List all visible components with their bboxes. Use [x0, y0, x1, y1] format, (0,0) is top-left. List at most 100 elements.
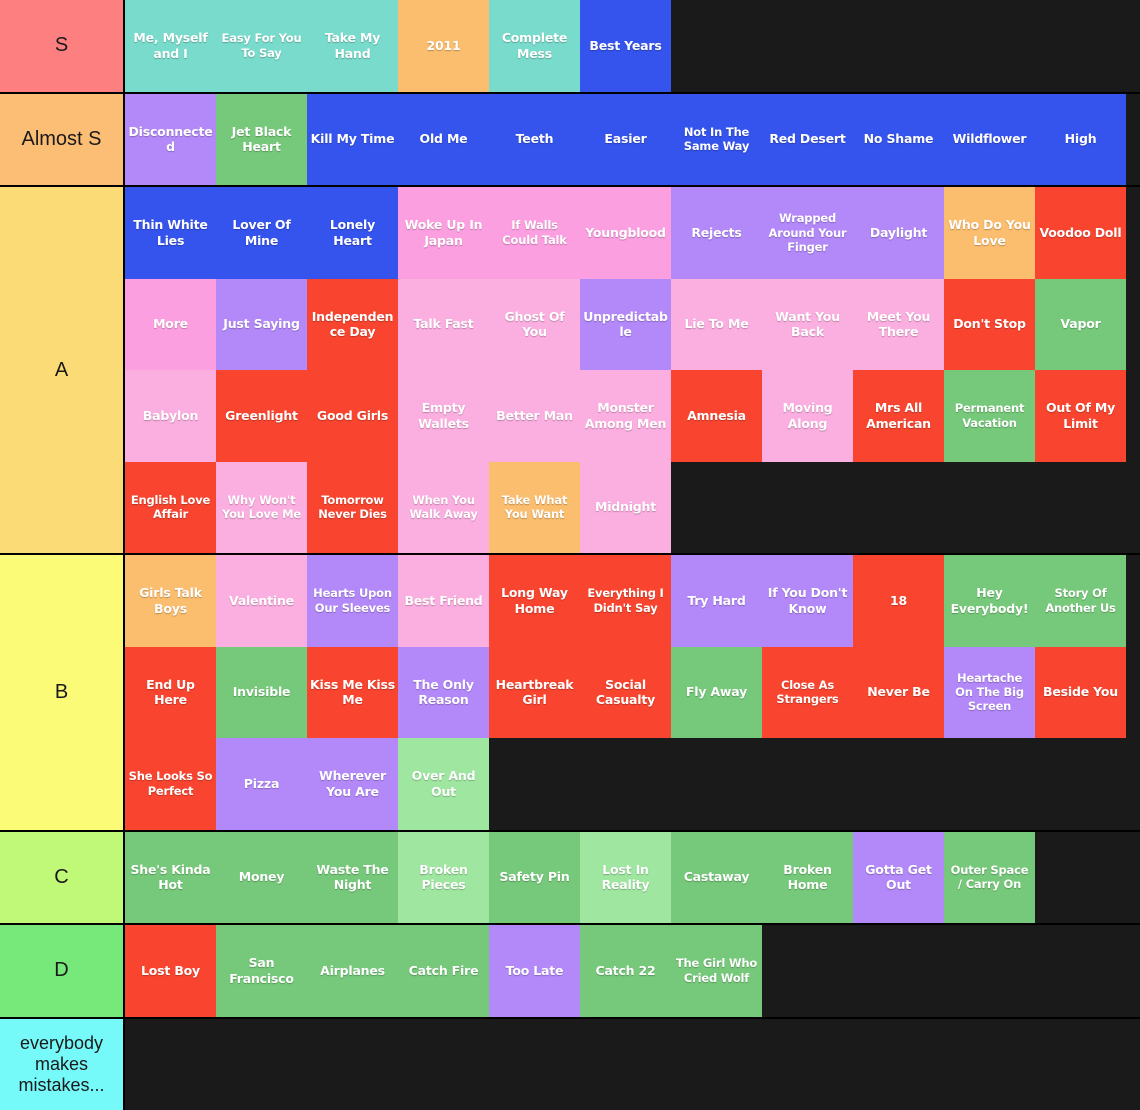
tier-item[interactable]: Unpredictable: [580, 279, 671, 371]
tier-item[interactable]: Easier: [580, 94, 671, 186]
tier-item[interactable]: She Looks So Perfect: [125, 738, 216, 830]
tier-item[interactable]: Empty Wallets: [398, 370, 489, 462]
tier-item[interactable]: Moving Along: [762, 370, 853, 462]
tier-item[interactable]: Permanent Vacation: [944, 370, 1035, 462]
tier-item[interactable]: Good Girls: [307, 370, 398, 462]
tier-item[interactable]: Never Be: [853, 647, 944, 739]
tier-label[interactable]: everybody makes mistakes...: [0, 1019, 125, 1110]
tier-item[interactable]: Airplanes: [307, 925, 398, 1017]
tier-item[interactable]: Outer Space / Carry On: [944, 832, 1035, 924]
tier-item[interactable]: Easy For You To Say: [216, 0, 307, 92]
tier-label[interactable]: Almost S: [0, 94, 125, 186]
tier-item[interactable]: Meet You There: [853, 279, 944, 371]
tier-item[interactable]: Hearts Upon Our Sleeves: [307, 555, 398, 647]
tier-item[interactable]: Hey Everybody!: [944, 555, 1035, 647]
tier-item[interactable]: Beside You: [1035, 647, 1126, 739]
tier-item[interactable]: 18: [853, 555, 944, 647]
tier-item[interactable]: Try Hard: [671, 555, 762, 647]
tier-item[interactable]: Waste The Night: [307, 832, 398, 924]
tier-item[interactable]: Take What You Want: [489, 462, 580, 554]
tier-label[interactable]: D: [0, 925, 125, 1017]
tier-item[interactable]: The Girl Who Cried Wolf: [671, 925, 762, 1017]
tier-item[interactable]: Best Friend: [398, 555, 489, 647]
tier-item[interactable]: Teeth: [489, 94, 580, 186]
tier-item[interactable]: Lost In Reality: [580, 832, 671, 924]
tier-item[interactable]: Invisible: [216, 647, 307, 739]
tier-item[interactable]: Independence Day: [307, 279, 398, 371]
tier-item[interactable]: Girls Talk Boys: [125, 555, 216, 647]
tier-item[interactable]: Broken Home: [762, 832, 853, 924]
tier-item[interactable]: Too Late: [489, 925, 580, 1017]
tier-label[interactable]: S: [0, 0, 125, 92]
tier-item[interactable]: Wherever You Are: [307, 738, 398, 830]
tier-item[interactable]: She's Kinda Hot: [125, 832, 216, 924]
tier-item[interactable]: Gotta Get Out: [853, 832, 944, 924]
tier-item[interactable]: Social Casualty: [580, 647, 671, 739]
tier-item[interactable]: Close As Strangers: [762, 647, 853, 739]
tier-item[interactable]: Woke Up In Japan: [398, 187, 489, 279]
tier-item[interactable]: Valentine: [216, 555, 307, 647]
tier-item[interactable]: Thin White Lies: [125, 187, 216, 279]
tier-item[interactable]: Ghost Of You: [489, 279, 580, 371]
tier-item[interactable]: Midnight: [580, 462, 671, 554]
tier-item[interactable]: Jet Black Heart: [216, 94, 307, 186]
tier-item[interactable]: Heartache On The Big Screen: [944, 647, 1035, 739]
tier-item[interactable]: Mrs All American: [853, 370, 944, 462]
tier-item[interactable]: Not In The Same Way: [671, 94, 762, 186]
tier-item[interactable]: Complete Mess: [489, 0, 580, 92]
tier-item[interactable]: Take My Hand: [307, 0, 398, 92]
tier-item[interactable]: End Up Here: [125, 647, 216, 739]
tier-item[interactable]: Kill My Time: [307, 94, 398, 186]
tier-item[interactable]: Youngblood: [580, 187, 671, 279]
tier-item[interactable]: If You Don't Know: [762, 555, 853, 647]
tier-item[interactable]: Greenlight: [216, 370, 307, 462]
tier-item[interactable]: Catch Fire: [398, 925, 489, 1017]
tier-item[interactable]: Story Of Another Us: [1035, 555, 1126, 647]
tier-item[interactable]: 2011: [398, 0, 489, 92]
tier-item[interactable]: Better Man: [489, 370, 580, 462]
tier-item[interactable]: Rejects: [671, 187, 762, 279]
tier-item[interactable]: Tomorrow Never Dies: [307, 462, 398, 554]
tier-item[interactable]: Long Way Home: [489, 555, 580, 647]
tier-item[interactable]: Lost Boy: [125, 925, 216, 1017]
tier-item[interactable]: No Shame: [853, 94, 944, 186]
tier-item[interactable]: Kiss Me Kiss Me: [307, 647, 398, 739]
tier-item[interactable]: Lonely Heart: [307, 187, 398, 279]
tier-item[interactable]: Catch 22: [580, 925, 671, 1017]
tier-item[interactable]: Who Do You Love: [944, 187, 1035, 279]
tier-item[interactable]: Heartbreak Girl: [489, 647, 580, 739]
tier-item[interactable]: Red Desert: [762, 94, 853, 186]
tier-item[interactable]: Best Years: [580, 0, 671, 92]
tier-item[interactable]: Everything I Didn't Say: [580, 555, 671, 647]
tier-item[interactable]: Lover Of Mine: [216, 187, 307, 279]
tier-item[interactable]: Old Me: [398, 94, 489, 186]
tier-item[interactable]: Castaway: [671, 832, 762, 924]
tier-item[interactable]: San Francisco: [216, 925, 307, 1017]
tier-item[interactable]: Out Of My Limit: [1035, 370, 1126, 462]
tier-item[interactable]: Babylon: [125, 370, 216, 462]
tier-item[interactable]: Amnesia: [671, 370, 762, 462]
tier-item[interactable]: The Only Reason: [398, 647, 489, 739]
tier-item[interactable]: Don't Stop: [944, 279, 1035, 371]
tier-item[interactable]: Over And Out: [398, 738, 489, 830]
tier-item[interactable]: When You Walk Away: [398, 462, 489, 554]
tier-item[interactable]: More: [125, 279, 216, 371]
tier-item[interactable]: Disconnected: [125, 94, 216, 186]
tier-item[interactable]: Money: [216, 832, 307, 924]
tier-item[interactable]: Safety Pin: [489, 832, 580, 924]
tier-label[interactable]: C: [0, 832, 125, 924]
tier-item[interactable]: Just Saying: [216, 279, 307, 371]
tier-item[interactable]: Talk Fast: [398, 279, 489, 371]
tier-item[interactable]: Voodoo Doll: [1035, 187, 1126, 279]
tier-item[interactable]: If Walls Could Talk: [489, 187, 580, 279]
tier-item[interactable]: Why Won't You Love Me: [216, 462, 307, 554]
tier-item[interactable]: Lie To Me: [671, 279, 762, 371]
tier-item[interactable]: Me, Myself and I: [125, 0, 216, 92]
tier-item[interactable]: Monster Among Men: [580, 370, 671, 462]
tier-label[interactable]: A: [0, 187, 125, 553]
tier-item[interactable]: Want You Back: [762, 279, 853, 371]
tier-item[interactable]: Fly Away: [671, 647, 762, 739]
tier-item[interactable]: Wrapped Around Your Finger: [762, 187, 853, 279]
tier-item[interactable]: English Love Affair: [125, 462, 216, 554]
tier-item[interactable]: Broken Pieces: [398, 832, 489, 924]
